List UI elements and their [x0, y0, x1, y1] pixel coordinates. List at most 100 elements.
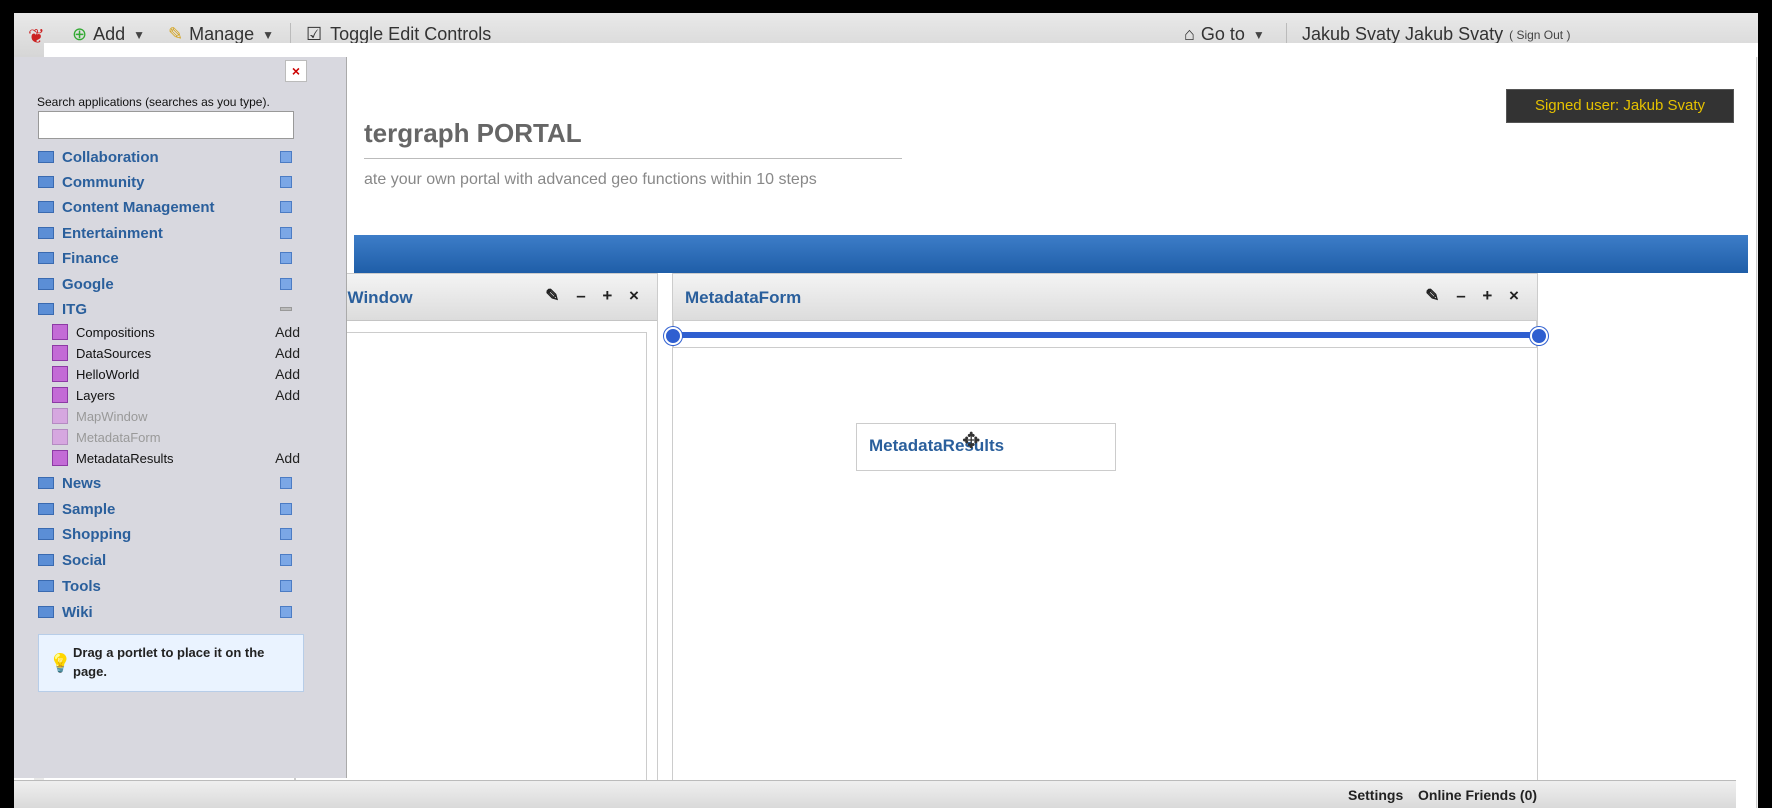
drag-tip: 💡 Drag a portlet to place it on the page…	[38, 634, 304, 692]
expand-icon	[280, 606, 292, 618]
expand-icon	[280, 227, 292, 239]
folder-icon	[38, 176, 54, 188]
app-label: MetadataResults	[76, 450, 174, 466]
app-label: Compositions	[76, 324, 155, 340]
manage-menu-label: Manage	[189, 24, 255, 44]
add-menu[interactable]: ⊕ Add ▼	[72, 24, 145, 45]
add-app-link[interactable]: Add	[275, 345, 300, 361]
portlet-body	[295, 332, 647, 794]
portlet-icon	[52, 366, 68, 382]
folder-icon	[38, 528, 54, 540]
category-itg[interactable]: ITG	[38, 298, 302, 320]
app-item[interactable]: HelloWorld Add	[52, 364, 302, 384]
add-app-link[interactable]: Add	[275, 450, 300, 466]
dragging-portlet[interactable]: MetadataResults	[856, 423, 1116, 471]
expand-icon	[280, 201, 292, 213]
expand-icon	[280, 554, 292, 566]
toggle-edit-controls[interactable]: ☑ Toggle Edit Controls	[306, 24, 491, 45]
drag-tip-text: Drag a portlet to place it on the page.	[73, 645, 265, 679]
expand-icon	[280, 176, 292, 188]
portlet-icon	[52, 387, 68, 403]
category-news[interactable]: News	[38, 472, 302, 494]
category-entertainment[interactable]: Entertainment	[38, 222, 302, 244]
category-label: Shopping	[62, 525, 132, 543]
portlet-header[interactable]: MetadataForm ✎ – + ×	[673, 274, 1537, 321]
category-label: Tools	[62, 577, 101, 595]
folder-icon	[38, 151, 54, 163]
category-community[interactable]: Community	[38, 171, 302, 193]
add-app-link[interactable]: Add	[275, 366, 300, 382]
folder-icon	[38, 303, 54, 315]
category-label: Wiki	[62, 603, 93, 621]
checkbox-icon: ☑	[306, 24, 323, 44]
close-panel-button[interactable]: ×	[285, 60, 307, 82]
app-label: MapWindow	[76, 408, 148, 424]
app-item[interactable]: MetadataResults Add	[52, 448, 302, 468]
folder-icon	[38, 477, 54, 489]
logo-icon[interactable]: ❦	[28, 24, 45, 49]
app-item-disabled: MetadataForm	[52, 427, 302, 447]
online-friends-link[interactable]: Online Friends (0)	[1418, 787, 1537, 803]
screen-edge	[0, 0, 14, 808]
page-title: tergraph PORTAL	[364, 118, 582, 148]
home-icon: ⌂	[1184, 24, 1195, 44]
add-icon: ⊕	[72, 24, 88, 44]
category-label: ITG	[62, 300, 87, 318]
caret-down-icon: ▼	[262, 27, 275, 42]
caret-down-icon: ▼	[133, 27, 146, 42]
navigation-bar	[354, 235, 1748, 273]
folder-icon	[38, 554, 54, 566]
portlet-title: MetadataForm	[685, 288, 802, 307]
category-tools[interactable]: Tools	[38, 575, 302, 597]
category-label: News	[62, 474, 102, 492]
category-sample[interactable]: Sample	[38, 498, 302, 520]
drop-target-indicator	[672, 332, 1536, 338]
search-applications-input[interactable]	[38, 111, 294, 139]
portlet-header[interactable]: lapWindow ✎ – + ×	[295, 274, 657, 321]
portlet-controls[interactable]: ✎ – + ×	[545, 286, 645, 306]
move-cursor-icon: ✥	[962, 428, 981, 453]
collapse-icon	[280, 307, 292, 311]
category-label: Collaboration	[62, 148, 159, 166]
category-content-management[interactable]: Content Management	[38, 196, 302, 218]
category-label: Google	[62, 275, 114, 293]
manage-menu[interactable]: ✎ Manage ▼	[168, 24, 274, 45]
app-item-disabled: MapWindow	[52, 406, 302, 426]
app-item[interactable]: DataSources Add	[52, 343, 302, 363]
search-label: Search applications (searches as you typ…	[37, 95, 270, 109]
user-menu[interactable]: Jakub Svaty Jakub Svaty ( Sign Out )	[1302, 24, 1570, 45]
category-label: Social	[62, 551, 107, 569]
category-google[interactable]: Google	[38, 273, 302, 295]
portlet-mapwindow: lapWindow ✎ – + ×	[294, 273, 658, 795]
portlet-icon	[52, 429, 68, 445]
expand-icon	[280, 580, 292, 592]
category-finance[interactable]: Finance	[38, 247, 302, 269]
goto-menu-label: Go to	[1200, 24, 1245, 44]
app-item[interactable]: Compositions Add	[52, 322, 302, 342]
portlet-icon	[52, 408, 68, 424]
category-collaboration[interactable]: Collaboration	[38, 146, 302, 168]
portlet-controls[interactable]: ✎ – + ×	[1425, 286, 1525, 306]
sign-out-link[interactable]: ( Sign Out )	[1509, 28, 1570, 42]
expand-icon	[280, 252, 292, 264]
app-item[interactable]: Layers Add	[52, 385, 302, 405]
category-label: Finance	[62, 249, 119, 267]
category-label: Entertainment	[62, 224, 163, 242]
goto-menu[interactable]: ⌂ Go to ▼	[1184, 24, 1265, 45]
folder-icon	[38, 252, 54, 264]
toggle-edit-controls-label: Toggle Edit Controls	[330, 24, 492, 44]
category-wiki[interactable]: Wiki	[38, 601, 302, 623]
app-label: HelloWorld	[76, 366, 140, 382]
caret-down-icon: ▼	[1252, 27, 1265, 42]
folder-icon	[38, 580, 54, 592]
dragging-portlet-label: MetadataResults	[869, 436, 1005, 455]
category-shopping[interactable]: Shopping	[38, 523, 302, 545]
category-social[interactable]: Social	[38, 549, 302, 571]
add-app-link[interactable]: Add	[275, 324, 300, 340]
app-label: MetadataForm	[76, 429, 161, 445]
add-app-link[interactable]: Add	[275, 387, 300, 403]
signed-user-badge: Signed user: Jakub Svaty	[1506, 89, 1734, 123]
app-label: Layers	[76, 387, 116, 403]
portlet-icon	[52, 324, 68, 340]
settings-link[interactable]: Settings	[1348, 787, 1403, 803]
